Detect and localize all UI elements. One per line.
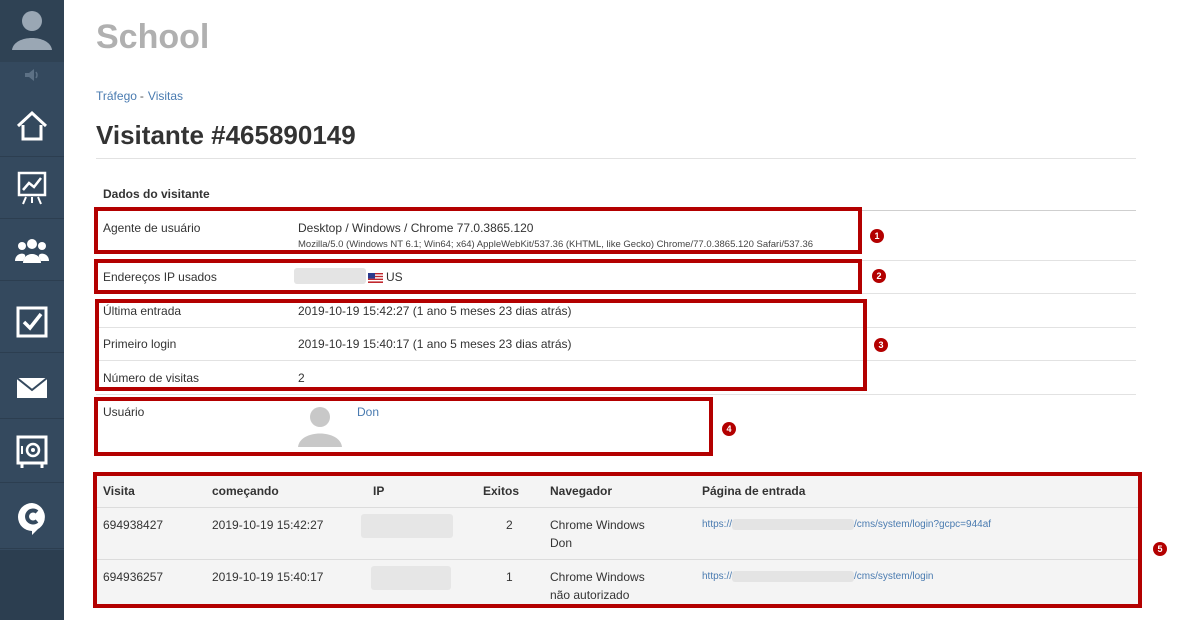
chart-icon — [17, 171, 47, 205]
sidebar-item-home[interactable] — [0, 96, 64, 157]
breadcrumb: Tráfego - Visitas — [96, 89, 183, 103]
annotation-marker-5: 5 — [1153, 542, 1167, 556]
school-title: School — [96, 18, 210, 56]
main-content: School Tráfego - Visitas Visitante #465890… — [64, 0, 1199, 620]
annotation-box-5 — [93, 472, 1142, 608]
home-icon — [16, 110, 48, 141]
annotation-box-4 — [94, 397, 713, 456]
safe-icon — [16, 435, 48, 468]
breadcrumb-traffic-link[interactable]: Tráfego — [96, 89, 137, 103]
breadcrumb-visits-link[interactable]: Visitas — [148, 89, 183, 103]
annotation-box-2 — [94, 259, 862, 294]
sidebar-footer — [0, 550, 64, 620]
sidebar-item-safe[interactable] — [0, 422, 64, 483]
speaker-icon[interactable] — [24, 68, 40, 82]
breadcrumb-separator: - — [139, 89, 144, 103]
avatar[interactable] — [10, 6, 54, 50]
annotation-marker-4: 4 — [722, 422, 736, 436]
sidebar-item-brand[interactable] — [0, 488, 64, 549]
annotation-marker-2: 2 — [872, 269, 886, 283]
users-icon — [15, 239, 49, 263]
sidebar-header — [0, 0, 64, 62]
sidebar — [0, 0, 64, 620]
title-divider — [96, 158, 1136, 159]
annotation-marker-3: 3 — [874, 338, 888, 352]
sidebar-item-mail[interactable] — [0, 358, 64, 419]
row-divider — [96, 394, 1136, 395]
sidebar-item-users[interactable] — [0, 220, 64, 281]
annotation-marker-1: 1 — [870, 229, 884, 243]
annotation-box-3 — [95, 299, 867, 391]
tasks-icon — [16, 306, 48, 338]
brand-c-icon — [18, 503, 45, 535]
section-title: Dados do visitante — [103, 187, 210, 201]
mail-icon — [16, 377, 48, 398]
annotation-box-1 — [94, 207, 862, 254]
sidebar-item-stats[interactable] — [0, 158, 64, 219]
sidebar-item-tasks[interactable] — [0, 292, 64, 353]
page-title: Visitante #465890149 — [96, 120, 356, 150]
